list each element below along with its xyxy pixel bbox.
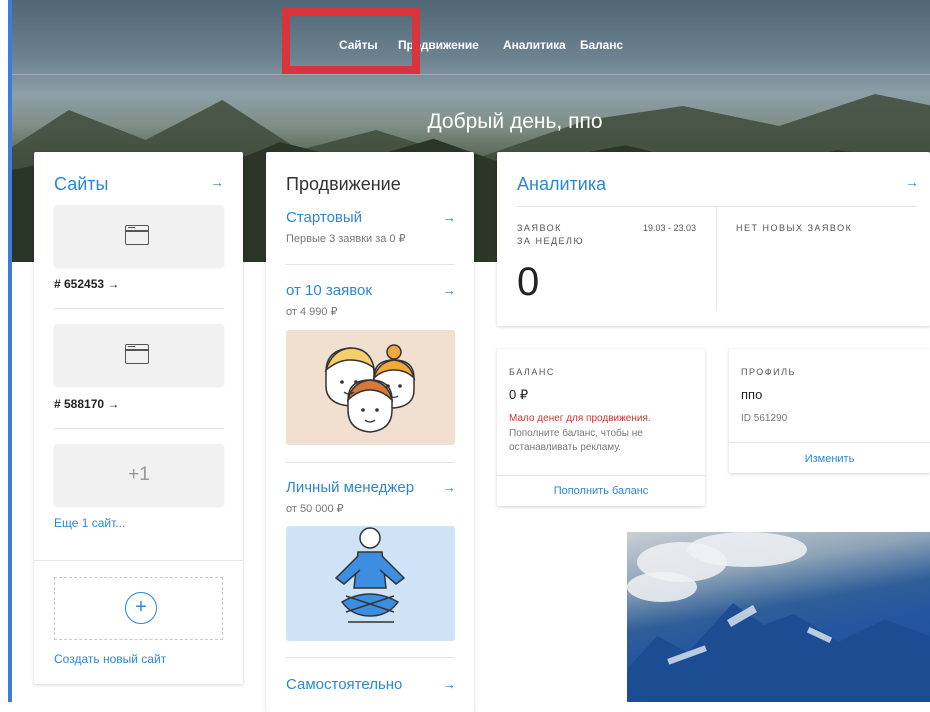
- edit-profile-button[interactable]: Изменить: [729, 453, 930, 465]
- profile-label: ПРОФИЛЬ: [741, 367, 796, 377]
- sites-title[interactable]: Сайты: [54, 174, 108, 195]
- profile-id: ID 561290: [741, 413, 788, 424]
- nav-divider: [12, 74, 930, 75]
- balance-note: Пополните баланс, чтобы не останавливать…: [509, 428, 643, 453]
- promo-item-personal-manager[interactable]: Личный менеджер: [286, 479, 414, 496]
- site-thumbnail[interactable]: [54, 324, 224, 386]
- top-nav: Сайты Продвижение Аналитика Баланс: [0, 38, 930, 52]
- analytics-title[interactable]: Аналитика: [517, 174, 606, 195]
- highlight-annotation: [282, 8, 420, 74]
- balance-value: 0 ₽: [509, 387, 529, 402]
- top-up-balance-button[interactable]: Пополнить баланс: [497, 485, 705, 497]
- meditating-person-icon: [334, 527, 406, 623]
- site-thumbnail[interactable]: [54, 205, 224, 267]
- more-sites-count: +1: [128, 464, 150, 485]
- more-sites-link[interactable]: Еще 1 сайт...: [54, 516, 125, 530]
- promo-item-sub: от 4 990 ₽: [286, 306, 338, 318]
- balance-warning: Мало денег для продвижения.: [509, 413, 651, 424]
- browser-window-icon: [125, 344, 149, 364]
- promotion-card: Продвижение Стартовый → Первые 3 заявки …: [266, 152, 474, 712]
- no-new-requests: НЕТ НОВЫХ ЗАЯВОК: [736, 223, 853, 233]
- promo-item-10-requests[interactable]: от 10 заявок: [286, 282, 372, 299]
- profile-card: ПРОФИЛЬ ппо ID 561290 Изменить: [729, 349, 930, 473]
- nav-item-analytics[interactable]: Аналитика: [503, 38, 566, 52]
- arrow-right-icon[interactable]: →: [442, 479, 456, 495]
- analytics-arrow-icon[interactable]: →: [905, 174, 919, 190]
- promo-item-starter[interactable]: Стартовый: [286, 209, 362, 226]
- sites-arrow-icon[interactable]: →: [210, 174, 224, 190]
- balance-card: БАЛАНС 0 ₽ Мало денег для продвижения. П…: [497, 349, 705, 506]
- date-range: 19.03 - 23.03: [643, 223, 697, 233]
- arrow-right-icon[interactable]: →: [442, 282, 456, 298]
- promo-item-self-service[interactable]: Самостоятельно: [286, 676, 402, 693]
- requests-count: 0: [517, 260, 540, 304]
- profile-name: ппо: [741, 387, 763, 402]
- requests-label-week: ЗА НЕДЕЛЮ: [517, 236, 585, 246]
- requests-label: ЗАЯВОК: [517, 223, 562, 233]
- site-link[interactable]: # 588170 →: [54, 397, 119, 411]
- analytics-card: Аналитика → ЗАЯВОК ЗА НЕДЕЛЮ 19.03 - 23.…: [497, 152, 930, 326]
- add-circle-icon[interactable]: +: [125, 592, 157, 624]
- promo-item-sub: от 50 000 ₽: [286, 503, 344, 515]
- promotion-title: Продвижение: [286, 174, 401, 194]
- site-link[interactable]: # 652453 →: [54, 277, 119, 291]
- balance-label: БАЛАНС: [509, 367, 555, 377]
- left-edge-bar: [0, 0, 12, 702]
- nav-item-balance[interactable]: Баланс: [580, 38, 623, 52]
- people-faces-icon: [324, 344, 416, 433]
- meditation-illustration: [286, 526, 455, 641]
- faces-illustration: [286, 330, 455, 445]
- more-sites-thumbnail[interactable]: +1: [54, 444, 224, 506]
- arrow-right-icon[interactable]: →: [442, 676, 456, 692]
- arrow-right-icon[interactable]: →: [442, 209, 456, 225]
- create-site-link[interactable]: Создать новый сайт: [54, 652, 166, 666]
- sites-card: Сайты → # 652453 → # 588170 → +1 Еще 1 с…: [34, 152, 243, 684]
- browser-window-icon: [125, 225, 149, 245]
- promo-item-sub: Первые 3 заявки за 0 ₽: [286, 233, 406, 245]
- mountain-photo: [627, 532, 930, 702]
- greeting-title: Добрый день, ппо: [427, 110, 603, 133]
- create-site-dropzone[interactable]: +: [54, 577, 223, 640]
